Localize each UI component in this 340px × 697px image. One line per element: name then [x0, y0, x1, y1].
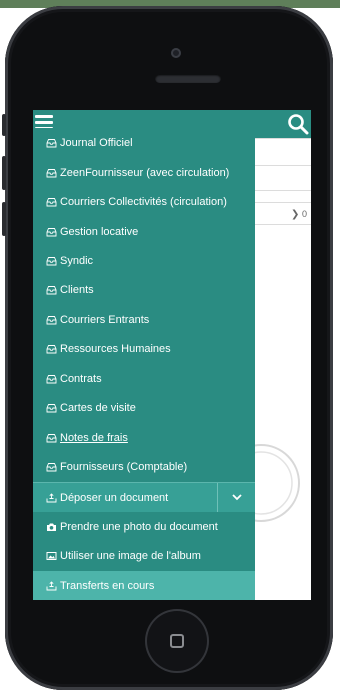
- drawer-item-label: Ressources Humaines: [60, 342, 171, 355]
- drawer-item-courriers-collectivites[interactable]: Courriers Collectivités (circulation): [33, 187, 255, 216]
- inbox-icon: [46, 462, 57, 471]
- inbox-icon: [46, 403, 57, 412]
- drawer-item-clients[interactable]: Clients: [33, 275, 255, 304]
- dropdown-divider: [217, 483, 218, 512]
- earpiece-speaker: [155, 74, 221, 83]
- drawer-item-label: Syndic: [60, 254, 94, 267]
- upload-tray-icon: [46, 492, 57, 502]
- drawer-item-label: Notes de frais: [60, 431, 128, 444]
- row-count: 0: [302, 209, 308, 219]
- drawer-item-label: Gestion locative: [60, 225, 139, 238]
- deposit-document-button[interactable]: Déposer un document: [33, 482, 255, 512]
- inbox-icon: [46, 197, 57, 206]
- search-icon[interactable]: [287, 113, 309, 135]
- mute-switch: [2, 114, 6, 136]
- underlying-page: ❯ 0: [241, 138, 311, 600]
- drawer-item-label: Contrats: [60, 372, 102, 385]
- drawer-item-notes-de-frais[interactable]: Notes de frais: [33, 423, 255, 452]
- app-screen: ❯ 0 Journal Officiel ZeenFournisseur (av…: [33, 110, 311, 600]
- inbox-icon: [46, 138, 57, 147]
- inbox-icon: [46, 227, 57, 236]
- inbox-icon: [46, 374, 57, 383]
- drawer-item-label: Fournisseurs (Comptable): [60, 460, 188, 473]
- take-photo-item[interactable]: Prendre une photo du document: [33, 512, 255, 541]
- upload-tray-icon: [46, 580, 57, 590]
- square-icon: [170, 634, 184, 648]
- chevron-down-icon[interactable]: [231, 493, 243, 501]
- inbox-icon: [46, 433, 57, 442]
- inbox-icon: [46, 285, 57, 294]
- image-icon: [46, 551, 57, 560]
- deposit-document-label: Déposer un document: [60, 491, 169, 504]
- volume-up-button: [2, 156, 6, 190]
- navigation-drawer: Journal Officiel ZeenFournisseur (avec c…: [33, 128, 255, 600]
- drawer-item-label: Journal Officiel: [60, 136, 133, 149]
- drawer-item-syndic[interactable]: Syndic: [33, 246, 255, 275]
- drawer-item-label: Cartes de visite: [60, 401, 136, 414]
- inbox-icon: [46, 315, 57, 324]
- camera-icon: [47, 523, 56, 531]
- drawer-item-contrats[interactable]: Contrats: [33, 364, 255, 393]
- volume-down-button: [2, 202, 6, 236]
- transfers-in-progress-item[interactable]: Transferts en cours: [33, 571, 255, 600]
- home-button[interactable]: [145, 609, 209, 673]
- drawer-item-zeenfournisseur[interactable]: ZeenFournisseur (avec circulation): [33, 158, 255, 187]
- inbox-icon: [46, 168, 57, 177]
- transfers-in-progress-label: Transferts en cours: [60, 579, 155, 592]
- chevron-right-icon[interactable]: ❯: [291, 209, 299, 220]
- drawer-item-fournisseurs-comptable[interactable]: Fournisseurs (Comptable): [33, 452, 255, 481]
- drawer-item-label: Clients: [60, 283, 94, 296]
- take-photo-label: Prendre une photo du document: [60, 520, 218, 533]
- drawer-item-label: ZeenFournisseur (avec circulation): [60, 166, 230, 179]
- drawer-item-gestion-locative[interactable]: Gestion locative: [33, 217, 255, 246]
- use-album-image-label: Utiliser une image de l'album: [60, 549, 201, 562]
- use-album-image-item[interactable]: Utiliser une image de l'album: [33, 541, 255, 570]
- drawer-item-courriers-entrants[interactable]: Courriers Entrants: [33, 305, 255, 334]
- drawer-item-label: Courriers Entrants: [60, 313, 150, 326]
- inbox-icon: [46, 256, 57, 265]
- inbox-icon: [46, 344, 57, 353]
- drawer-item-cartes-de-visite[interactable]: Cartes de visite: [33, 393, 255, 422]
- front-camera: [171, 48, 181, 58]
- drawer-item-label: Courriers Collectivités (circulation): [60, 195, 227, 208]
- drawer-item-ressources-humaines[interactable]: Ressources Humaines: [33, 334, 255, 363]
- drawer-item-journal-officiel[interactable]: Journal Officiel: [33, 128, 255, 157]
